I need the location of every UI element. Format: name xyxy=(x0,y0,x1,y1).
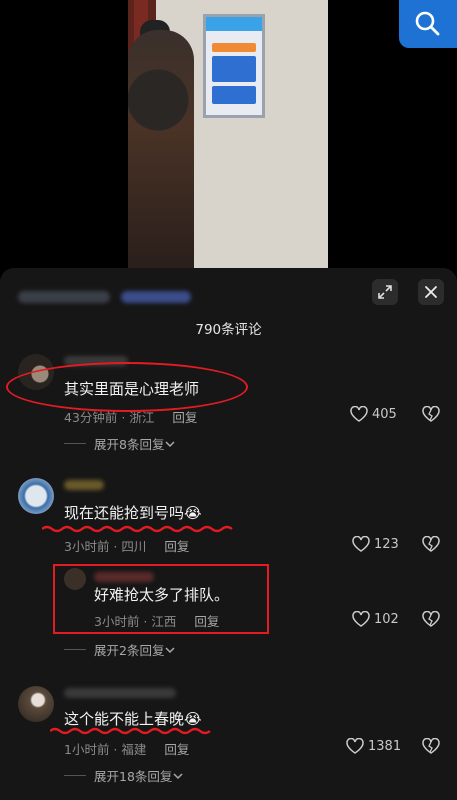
expand-icon xyxy=(378,285,392,299)
expand-replies-label: 展开2条回复 xyxy=(94,643,165,658)
avatar[interactable] xyxy=(18,478,54,514)
close-button[interactable] xyxy=(418,279,444,305)
annotation-underline xyxy=(50,727,211,735)
expand-replies-button[interactable]: 展开18条回复 xyxy=(64,766,184,785)
like-button[interactable]: 1381 xyxy=(346,738,401,754)
like-count: 102 xyxy=(374,611,399,627)
chevron-down-icon xyxy=(165,440,175,447)
expand-button[interactable] xyxy=(372,279,398,305)
broken-heart-icon xyxy=(422,535,440,552)
heart-icon xyxy=(352,536,370,552)
like-count: 123 xyxy=(374,536,399,552)
foreground-person xyxy=(128,30,194,268)
expand-replies-button[interactable]: 展开2条回复 xyxy=(64,640,176,659)
reply-button[interactable]: 回复 xyxy=(164,742,189,757)
comment-meta: 3小时前 · 四川 回复 xyxy=(64,536,189,555)
comment-count-title: 790条评论 xyxy=(195,322,262,338)
dislike-button[interactable] xyxy=(422,535,440,556)
broken-heart-icon xyxy=(422,737,440,754)
heart-icon xyxy=(352,611,370,627)
wall-screen xyxy=(203,14,265,118)
close-icon xyxy=(425,286,437,298)
time-location: 3小时前 · 四川 xyxy=(64,539,147,554)
expand-replies-button[interactable]: 展开8条回复 xyxy=(64,434,176,453)
annotation-underline xyxy=(42,525,233,533)
dislike-button[interactable] xyxy=(422,737,440,758)
video-player[interactable] xyxy=(0,0,457,268)
comment-text: 这个能不能上春晚😭 xyxy=(64,710,202,728)
panel-header-blurred xyxy=(18,286,218,303)
heart-icon xyxy=(350,406,368,422)
username-blurred[interactable] xyxy=(64,480,104,490)
annotation-rectangle xyxy=(53,564,269,634)
comment-text: 现在还能抢到号吗😭 xyxy=(64,504,202,522)
expand-replies-label: 展开8条回复 xyxy=(94,437,165,452)
dislike-button[interactable] xyxy=(422,610,440,631)
time-location: 1小时前 · 福建 xyxy=(64,742,147,757)
broken-heart-icon xyxy=(422,610,440,627)
avatar[interactable] xyxy=(18,686,54,722)
time-location: 43分钟前 · 浙江 xyxy=(64,410,155,425)
like-button[interactable]: 123 xyxy=(352,536,399,552)
expand-replies-label: 展开18条回复 xyxy=(94,769,173,784)
like-count: 405 xyxy=(372,406,397,422)
username-blurred[interactable] xyxy=(64,688,176,698)
broken-heart-icon xyxy=(422,405,440,422)
comment-meta: 1小时前 · 福建 回复 xyxy=(64,739,189,758)
heart-icon xyxy=(346,738,364,754)
annotation-ellipse xyxy=(6,362,248,412)
dislike-button[interactable] xyxy=(422,405,440,426)
like-button[interactable]: 405 xyxy=(350,406,397,422)
reply-button[interactable]: 回复 xyxy=(164,539,189,554)
like-count: 1381 xyxy=(368,738,402,754)
like-button[interactable]: 102 xyxy=(352,611,399,627)
search-button[interactable] xyxy=(412,8,442,38)
video-frame xyxy=(128,0,328,268)
comment-panel: 790条评论 其实里面是心理老师 43分钟前 · 浙江 回复 405 展开8条回复… xyxy=(0,268,457,800)
chevron-down-icon xyxy=(165,646,175,653)
reply-button[interactable]: 回复 xyxy=(172,410,197,425)
search-icon xyxy=(415,11,440,36)
chevron-down-icon xyxy=(173,772,183,779)
